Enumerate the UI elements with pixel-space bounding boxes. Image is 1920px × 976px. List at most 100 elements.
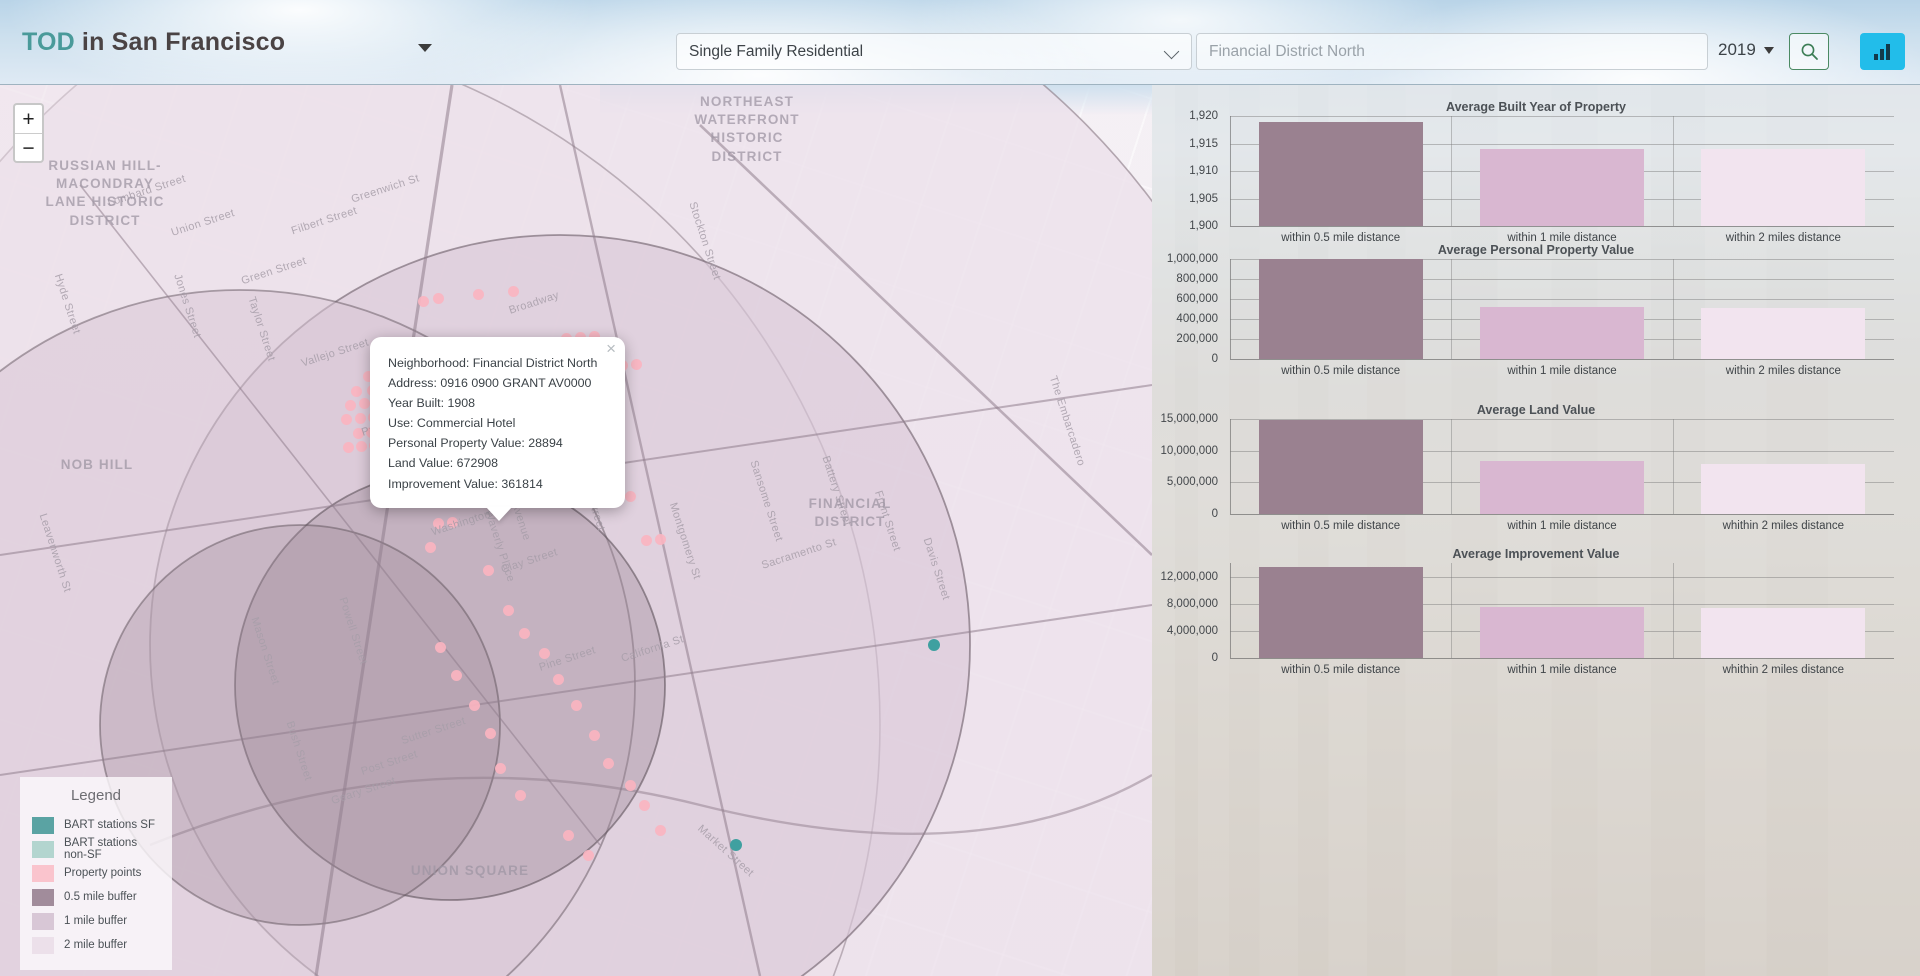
legend-rows: BART stations SF BART stations non-SF Prop… xyxy=(32,813,160,957)
map-street-label: Sansome Street xyxy=(747,458,786,544)
zoom-in-button[interactable]: + xyxy=(15,105,42,134)
chart-x-tick-label: within 0.5 mile distance xyxy=(1281,365,1401,377)
chart-3: Average Land Value 0 5,000,000 10,000,000 15… xyxy=(1152,403,1920,532)
chart-y-tick-label: 1,900 xyxy=(1189,220,1218,232)
map-street-label: Broadway xyxy=(507,289,561,317)
chart-x-tick-label: within 1 mile distance xyxy=(1507,520,1617,532)
chart-y-tick-label: 600,000 xyxy=(1176,293,1218,305)
map-panel[interactable]: Jones Street Taylor Street Lombard Street H… xyxy=(0,85,1152,976)
map-area-label: NORTHEAST WATERFRONT HISTORIC DISTRICT xyxy=(694,94,800,164)
year-select[interactable]: 2019 xyxy=(1718,40,1774,60)
chart-y-tick-label: 0 xyxy=(1211,353,1218,365)
chart-gridline xyxy=(1230,116,1894,117)
chart-plot-area: 0 4,000,000 8,000,000 12,000,000 within 0.5 … xyxy=(1160,563,1894,676)
chart-category-divider xyxy=(1672,563,1674,658)
chart-toggle-button[interactable] xyxy=(1860,33,1905,70)
zoom-out-button[interactable]: − xyxy=(15,134,42,163)
chart-y-tick-label: 15,000,000 xyxy=(1160,413,1218,425)
map-street-label: The Embarcadero xyxy=(1046,374,1088,468)
chart-gridline xyxy=(1230,658,1894,659)
close-icon[interactable]: × xyxy=(606,340,616,357)
chart-category-divider xyxy=(1451,563,1453,658)
chart-plot-area: 1,900 1,905 1,910 1,915 1,920 within 0.5 mile… xyxy=(1189,110,1894,244)
neighborhood-input[interactable] xyxy=(1196,33,1708,70)
chart-x-tick-label: within 0.5 mile distance xyxy=(1281,520,1401,532)
bar-chart-icon xyxy=(1874,44,1890,60)
page-title-rest: in San Francisco xyxy=(81,28,286,56)
map-street-label: Union Street xyxy=(169,207,237,239)
popup-neighborhood: Neighborhood: Financial District North xyxy=(388,356,598,370)
chart-bar[interactable] xyxy=(1258,567,1423,658)
chart-title: Average Improvement Value xyxy=(1452,547,1620,561)
map-street-label: Davis Street xyxy=(920,536,953,602)
chart-x-tick-label: within 2 miles distance xyxy=(1725,365,1841,377)
chart-bar[interactable] xyxy=(1480,460,1644,514)
legend-title: Legend xyxy=(70,787,122,804)
map-street-label: Sutter Street xyxy=(399,714,468,748)
chart-y-tick-labels: 0 4,000,000 8,000,000 12,000,000 xyxy=(1152,563,1224,664)
chart-2: Average Personal Property Value 0 200,000 4… xyxy=(1152,243,1920,377)
popup-year-built: Year Built: 1908 xyxy=(388,396,476,411)
map-street-label: Green Street xyxy=(239,254,308,288)
chart-bar[interactable] xyxy=(1258,259,1423,359)
charts-container: Average Built Year of Property 1,900 1,905… xyxy=(1152,85,1920,976)
chart-title: Average Personal Property Value xyxy=(1437,243,1635,257)
chart-bar[interactable] xyxy=(1480,149,1644,226)
legend-swatch xyxy=(32,816,54,834)
popup-pointer xyxy=(486,506,512,521)
chevron-down-icon xyxy=(1763,46,1774,54)
map-street-label: Battery Street xyxy=(819,454,854,528)
legend-item-label: 2 mile buffer xyxy=(64,939,128,951)
chart-category-divider xyxy=(1672,419,1674,514)
chart-bar[interactable] xyxy=(1701,149,1866,226)
app-header: TOD in San Francisco Single Family Resid… xyxy=(0,0,1920,85)
chart-bar[interactable] xyxy=(1258,420,1423,514)
chart-y-tick-label: 8,000,000 xyxy=(1166,597,1218,610)
map-street-label: Vallejo Street xyxy=(299,336,371,370)
chart-y-tick-label: 1,910 xyxy=(1189,165,1218,177)
chart-title: Average Built Year of Property xyxy=(1446,100,1626,114)
chart-bar[interactable] xyxy=(1480,607,1644,658)
map-street-label: Mason Street xyxy=(248,615,282,687)
chart-gridline xyxy=(1230,514,1894,515)
chart-category-divider xyxy=(1451,116,1453,226)
map-labels-layer: Jones Street Taylor Street Lombard Street H… xyxy=(0,85,1152,976)
map-street-label: Filbert Street xyxy=(289,204,359,238)
property-popup: × Neighborhood: Financial District North… xyxy=(370,337,625,521)
legend-swatch xyxy=(32,912,54,930)
legend-swatch xyxy=(32,936,54,954)
search-button[interactable] xyxy=(1789,33,1829,70)
chart-x-tick-label: within 1 mile distance xyxy=(1507,365,1617,377)
map-area-label: NOB HILL xyxy=(60,457,134,472)
property-type-select-value: Single Family Residential xyxy=(689,42,864,60)
map-street-label: Jones Street xyxy=(171,272,204,340)
map-legend: Legend BART stations SF BART stations non… xyxy=(20,777,172,970)
map-street-label: Clay Street xyxy=(499,546,560,576)
property-type-select[interactable]: Single Family Residential xyxy=(676,33,1192,70)
chart-bar[interactable] xyxy=(1701,463,1866,514)
map-street-label: Lombard Street xyxy=(106,172,188,210)
map-street-label: Pine Street xyxy=(537,644,598,674)
chart-y-tick-labels: 0 5,000,000 10,000,000 15,000,000 xyxy=(1152,413,1224,520)
chart-bar[interactable] xyxy=(1701,307,1866,359)
legend-item: BART stations non-SF xyxy=(32,837,160,861)
chart-bar[interactable] xyxy=(1701,608,1866,658)
popup-address: Address: 0916 0900 GRANT AV0000 xyxy=(388,376,592,391)
map-zoom-control[interactable]: + − xyxy=(13,103,44,163)
chart-category-divider xyxy=(1451,419,1453,514)
chart-y-tick-labels: 0 200,000 400,000 600,000 800,000 1,000,000 xyxy=(1152,253,1224,365)
chart-plot-area: 0 5,000,000 10,000,000 15,000,000 within 0.5… xyxy=(1160,413,1894,532)
legend-swatch xyxy=(32,888,54,906)
popup-improvement-value: Improvement Value: 361814 xyxy=(388,476,543,491)
chart-y-tick-label: 400,000 xyxy=(1176,313,1218,325)
legend-item: 0.5 mile buffer xyxy=(32,885,160,909)
chart-bar[interactable] xyxy=(1258,121,1423,226)
chart-gridline xyxy=(1230,359,1894,360)
chevron-down-icon[interactable] xyxy=(418,44,432,52)
chart-bar[interactable] xyxy=(1480,307,1644,359)
chart-y-tick-label: 4,000,000 xyxy=(1166,624,1218,637)
map-street-label: Leavenworth St xyxy=(36,512,74,594)
chart-y-tick-label: 1,920 xyxy=(1189,110,1218,122)
map-street-label: Post Street xyxy=(359,748,420,778)
map-area-label: FINANCIAL DISTRICT xyxy=(808,496,892,530)
